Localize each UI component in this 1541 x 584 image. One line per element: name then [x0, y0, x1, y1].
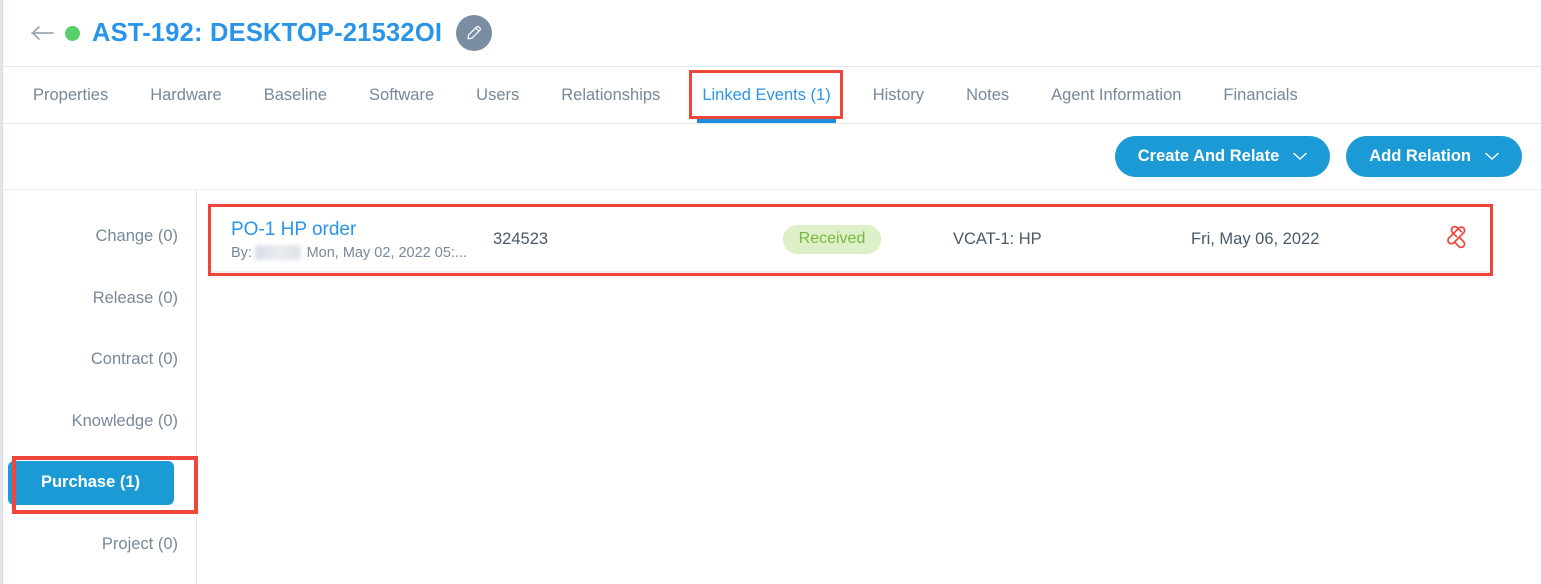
event-meta: By: Mon, May 02, 2022 05:... — [231, 245, 467, 261]
event-title-link[interactable]: PO-1 HP order — [231, 218, 467, 242]
tab-label: Hardware — [150, 85, 222, 104]
tab-label: Agent Information — [1051, 85, 1182, 104]
tab-software[interactable]: Software — [367, 81, 436, 110]
tab-properties[interactable]: Properties — [31, 81, 110, 110]
linked-events-sidebar: Change (0) Release (0) Contract (0) Know… — [3, 190, 198, 584]
chevron-down-icon — [1293, 152, 1307, 161]
unlink-icon[interactable] — [1443, 222, 1473, 257]
sidebar-item-knowledge[interactable]: Knowledge (0) — [3, 391, 196, 453]
active-tab-underline — [697, 118, 836, 123]
sidebar-item-label: Project (0) — [101, 534, 178, 553]
add-relation-button[interactable]: Add Relation — [1346, 136, 1522, 177]
event-name-cell: PO-1 HP order By: Mon, May 02, 2022 05:.… — [211, 218, 467, 261]
sidebar-item-contract[interactable]: Contract (0) — [3, 329, 196, 391]
tab-financials[interactable]: Financials — [1221, 81, 1299, 110]
table-row[interactable]: PO-1 HP order By: Mon, May 02, 2022 05:.… — [211, 207, 1490, 273]
online-status-dot — [65, 25, 80, 41]
body-area: Change (0) Release (0) Contract (0) Know… — [3, 190, 1541, 584]
chevron-down-icon — [1485, 152, 1499, 161]
sidebar-item-label: Change (0) — [95, 227, 178, 246]
sidebar-item-project[interactable]: Project (0) — [3, 514, 196, 576]
sidebar-item-purchase[interactable]: Purchase (1) — [3, 452, 198, 514]
tab-label: Notes — [966, 85, 1010, 104]
tab-users[interactable]: Users — [474, 81, 521, 110]
tab-label: Financials — [1223, 85, 1298, 104]
tab-label: Properties — [33, 85, 109, 104]
tab-linked-events[interactable]: Linked Events (1) — [689, 69, 843, 123]
event-by-label: By: — [231, 244, 252, 261]
event-status-cell: Received — [717, 224, 947, 254]
event-number-cell: 324523 — [493, 229, 549, 248]
create-and-relate-label: Create And Relate — [1137, 147, 1280, 165]
sidebar-item-release[interactable]: Release (0) — [3, 268, 196, 330]
status-badge: Received — [782, 224, 882, 254]
tab-relationships[interactable]: Relationships — [559, 81, 662, 110]
sidebar-item-label: Release (0) — [92, 288, 178, 307]
tab-label: History — [872, 85, 925, 104]
page-title: AST-192: DESKTOP-21532OI — [92, 18, 443, 47]
event-action-cell — [1425, 222, 1490, 257]
event-created-date: Mon, May 02, 2022 05:... — [306, 244, 467, 261]
linked-events-list: PO-1 HP order By: Mon, May 02, 2022 05:.… — [197, 190, 1541, 584]
tab-notes[interactable]: Notes — [964, 81, 1011, 110]
tab-label: Software — [369, 85, 435, 104]
tab-label: Users — [476, 85, 520, 104]
event-date-cell: Fri, May 06, 2022 — [1191, 229, 1320, 248]
redacted-username — [254, 245, 301, 260]
create-and-relate-button[interactable]: Create And Relate — [1114, 136, 1331, 177]
tab-history[interactable]: History — [871, 81, 926, 110]
sidebar-item-label: Knowledge (0) — [71, 411, 178, 430]
tab-agent-information[interactable]: Agent Information — [1049, 81, 1183, 110]
pencil-icon — [464, 23, 484, 43]
action-bar: Create And Relate Add Relation — [3, 124, 1541, 190]
sidebar-item-label: Contract (0) — [90, 350, 178, 369]
tab-label: Baseline — [263, 85, 328, 104]
page-header: AST-192: DESKTOP-21532OI — [3, 0, 1541, 67]
edit-asset-button[interactable] — [456, 15, 493, 51]
asset-detail-page: AST-192: DESKTOP-21532OI Properties Hard… — [0, 0, 1541, 584]
tab-hardware[interactable]: Hardware — [148, 81, 224, 110]
event-vendor-cell: VCAT-1: HP — [953, 229, 1042, 248]
tab-bar: Properties Hardware Baseline Software Us… — [3, 67, 1541, 124]
sidebar-item-change[interactable]: Change (0) — [3, 206, 196, 268]
add-relation-label: Add Relation — [1369, 147, 1471, 165]
tab-label: Relationships — [561, 85, 661, 104]
back-arrow-icon[interactable] — [30, 20, 56, 46]
sidebar-item-label: Purchase (1) — [7, 460, 174, 505]
tab-label: Linked Events (1) — [702, 85, 831, 104]
tab-baseline[interactable]: Baseline — [262, 81, 329, 110]
